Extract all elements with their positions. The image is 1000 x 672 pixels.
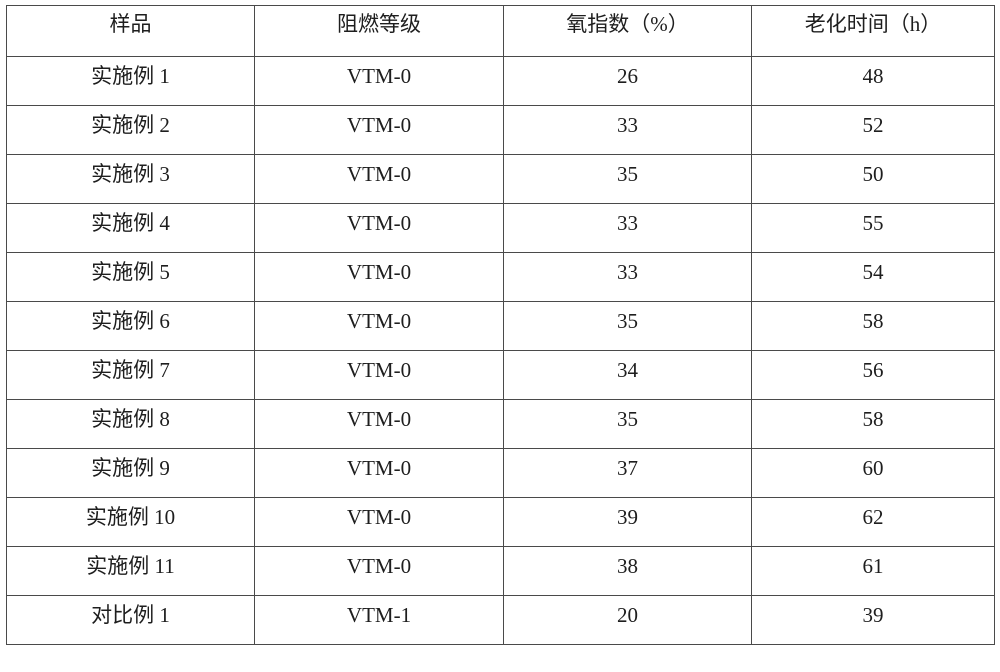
cell-sample: 实施例 4	[6, 203, 255, 253]
cell-sample: 对比例 1	[6, 595, 255, 645]
cell-sample: 实施例 10	[6, 497, 255, 547]
cell-aging-time: 62	[751, 497, 995, 547]
header-aging-time: 老化时间（h）	[751, 5, 995, 57]
cell-oxygen-index: 35	[503, 154, 752, 204]
cell-oxygen-index: 35	[503, 301, 752, 351]
cell-flame-rating: VTM-0	[254, 497, 504, 547]
cell-sample: 实施例 5	[6, 252, 255, 302]
table-body: 实施例 1 VTM-0 26 48 实施例 2 VTM-0 33 52 实施例 3 VTM-0 35…	[6, 56, 995, 645]
table-row: 实施例 10 VTM-0 39 62	[6, 497, 995, 547]
cell-oxygen-index: 33	[503, 252, 752, 302]
table-row: 实施例 2 VTM-0 33 52	[6, 105, 995, 155]
cell-sample: 实施例 6	[6, 301, 255, 351]
cell-aging-time: 52	[751, 105, 995, 155]
cell-aging-time: 55	[751, 203, 995, 253]
cell-sample: 实施例 3	[6, 154, 255, 204]
cell-aging-time: 61	[751, 546, 995, 596]
cell-aging-time: 58	[751, 399, 995, 449]
cell-oxygen-index: 20	[503, 595, 752, 645]
cell-sample: 实施例 1	[6, 56, 255, 106]
cell-flame-rating: VTM-0	[254, 546, 504, 596]
cell-flame-rating: VTM-0	[254, 105, 504, 155]
header-oxygen-index: 氧指数（%）	[503, 5, 752, 57]
table-row: 实施例 8 VTM-0 35 58	[6, 399, 995, 449]
cell-oxygen-index: 26	[503, 56, 752, 106]
cell-sample: 实施例 7	[6, 350, 255, 400]
cell-flame-rating: VTM-0	[254, 350, 504, 400]
table-row: 实施例 6 VTM-0 35 58	[6, 301, 995, 351]
cell-oxygen-index: 39	[503, 497, 752, 547]
cell-aging-time: 58	[751, 301, 995, 351]
cell-oxygen-index: 37	[503, 448, 752, 498]
header-row: 样品 阻燃等级 氧指数（%） 老化时间（h）	[6, 5, 995, 57]
cell-sample: 实施例 8	[6, 399, 255, 449]
cell-oxygen-index: 38	[503, 546, 752, 596]
cell-aging-time: 54	[751, 252, 995, 302]
cell-oxygen-index: 34	[503, 350, 752, 400]
table-row: 实施例 1 VTM-0 26 48	[6, 56, 995, 106]
table-row: 实施例 3 VTM-0 35 50	[6, 154, 995, 204]
cell-flame-rating: VTM-0	[254, 252, 504, 302]
header-flame-rating: 阻燃等级	[254, 5, 504, 57]
cell-oxygen-index: 33	[503, 203, 752, 253]
cell-flame-rating: VTM-0	[254, 56, 504, 106]
table-row: 实施例 7 VTM-0 34 56	[6, 350, 995, 400]
cell-sample: 实施例 9	[6, 448, 255, 498]
cell-aging-time: 48	[751, 56, 995, 106]
table-row: 实施例 11 VTM-0 38 61	[6, 546, 995, 596]
table-row: 实施例 9 VTM-0 37 60	[6, 448, 995, 498]
cell-sample: 实施例 11	[6, 546, 255, 596]
table-row: 实施例 5 VTM-0 33 54	[6, 252, 995, 302]
cell-sample: 实施例 2	[6, 105, 255, 155]
cell-flame-rating: VTM-0	[254, 399, 504, 449]
cell-flame-rating: VTM-1	[254, 595, 504, 645]
cell-flame-rating: VTM-0	[254, 448, 504, 498]
cell-aging-time: 39	[751, 595, 995, 645]
table-row: 实施例 4 VTM-0 33 55	[6, 203, 995, 253]
cell-flame-rating: VTM-0	[254, 154, 504, 204]
cell-oxygen-index: 33	[503, 105, 752, 155]
header-sample: 样品	[6, 5, 255, 57]
table-header: 样品 阻燃等级 氧指数（%） 老化时间（h）	[6, 5, 995, 57]
cell-flame-rating: VTM-0	[254, 301, 504, 351]
cell-oxygen-index: 35	[503, 399, 752, 449]
cell-aging-time: 60	[751, 448, 995, 498]
cell-flame-rating: VTM-0	[254, 203, 504, 253]
table-row: 对比例 1 VTM-1 20 39	[6, 595, 995, 645]
cell-aging-time: 50	[751, 154, 995, 204]
cell-aging-time: 56	[751, 350, 995, 400]
results-table: 样品 阻燃等级 氧指数（%） 老化时间（h） 实施例 1 VTM-0 26 48 实施例…	[6, 5, 995, 645]
